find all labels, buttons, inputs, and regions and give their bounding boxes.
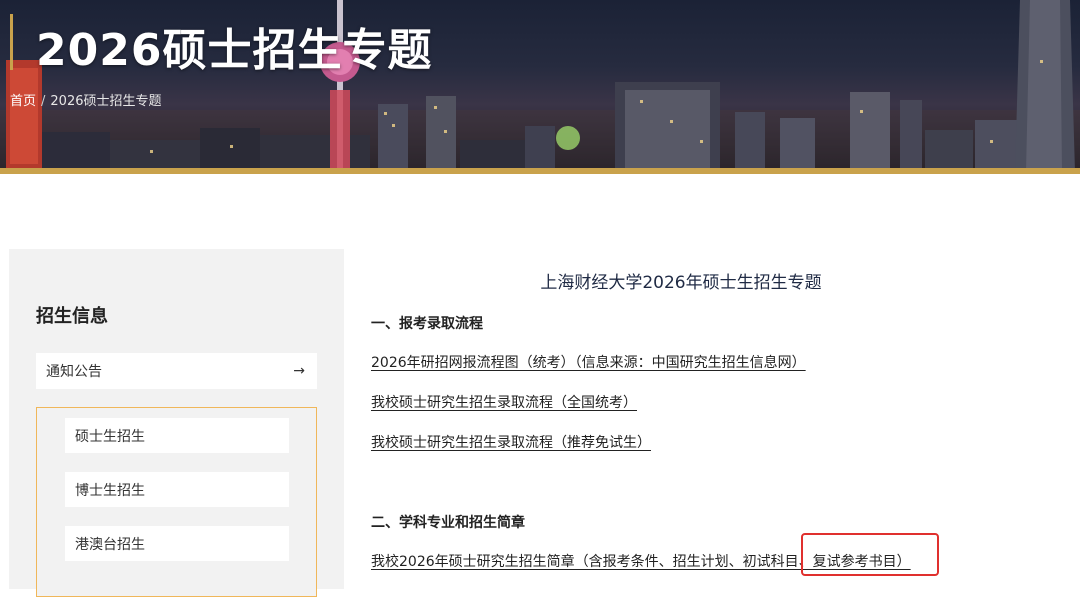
sidebar-item-label: 通知公告	[46, 364, 102, 380]
title-accent-line	[10, 14, 13, 70]
sidebar-item-label: 硕士生招生	[75, 428, 145, 445]
link-registration-flowchart[interactable]: 2026年研招网报流程图（统考）（信息来源：中国研究生招生信息网）	[371, 352, 806, 372]
sidebar-item-hk-macau-taiwan[interactable]: 港澳台招生	[65, 526, 289, 561]
sidebar-item-label: 港澳台招生	[75, 536, 145, 553]
sidebar-heading: 招生信息	[36, 306, 108, 327]
sidebar-item-notice[interactable]: 通知公告 →	[36, 353, 317, 389]
section-heading-programs: 二、学科专业和招生简章	[371, 515, 525, 531]
breadcrumb-home-link[interactable]: 首页	[10, 94, 36, 109]
sidebar-item-masters[interactable]: 硕士生招生	[65, 418, 289, 453]
sidebar-item-doctoral[interactable]: 博士生招生	[65, 472, 289, 507]
link-admission-brochure[interactable]: 我校2026年硕士研究生招生简章（含报考条件、招生计划、初试科目、复试参考书目）	[371, 551, 911, 571]
sidebar-submenu: 硕士生招生 博士生招生 港澳台招生	[36, 407, 317, 597]
breadcrumb-separator: /	[41, 94, 46, 109]
header-banner: 2026硕士招生专题 首页 / 2026硕士招生专题	[0, 0, 1080, 174]
breadcrumb-current: 2026硕士招生专题	[50, 94, 162, 109]
page-title: 2026硕士招生专题	[36, 25, 433, 76]
content-title: 上海财经大学2026年硕士生招生专题	[540, 273, 822, 293]
breadcrumb: 首页 / 2026硕士招生专题	[10, 90, 162, 109]
sidebar-item-label: 博士生招生	[75, 482, 145, 499]
banner-bottom-bar	[0, 168, 1080, 174]
link-admission-process-exempt[interactable]: 我校硕士研究生招生录取流程（推荐免试生）	[371, 432, 651, 452]
link-admission-process-national[interactable]: 我校硕士研究生招生录取流程（全国统考）	[371, 392, 637, 412]
arrow-right-icon: →	[293, 363, 305, 379]
section-heading-process: 一、报考录取流程	[371, 316, 483, 332]
sidebar: 招生信息 通知公告 → 硕士生招生 博士生招生 港澳台招生	[9, 249, 344, 597]
